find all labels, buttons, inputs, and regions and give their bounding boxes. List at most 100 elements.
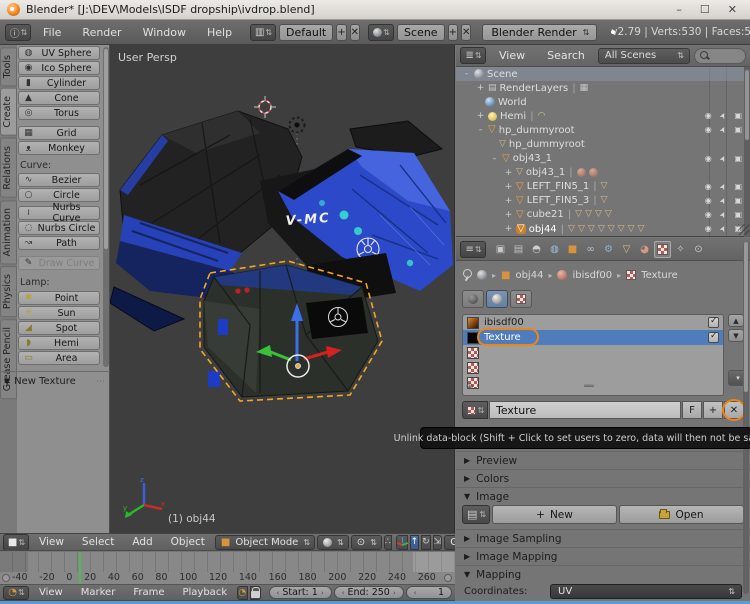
tab-object[interactable] — [564, 241, 581, 258]
new-texture-panel-header[interactable]: ▼ New Texture ⋯ — [4, 376, 106, 387]
timeline-ruler[interactable]: -40 -20 0 20 40 60 80 100 120 140 160 18… — [0, 552, 455, 585]
add-point-lamp-button[interactable]: Point — [18, 291, 100, 305]
area-resize-grip[interactable] — [738, 224, 749, 235]
add-slot-icon[interactable]: ⊕ — [466, 382, 474, 392]
screen-layout-icon-button[interactable]: ▥⇅ — [250, 24, 276, 41]
tab-world[interactable] — [546, 241, 563, 258]
add-circle-button[interactable]: Circle — [18, 188, 100, 202]
panel-image[interactable]: ▼Image⋯ — [456, 487, 750, 505]
add-nurbs-circle-button[interactable]: Nurbs Circle — [18, 221, 100, 235]
tab-relations[interactable]: Relations — [0, 138, 17, 198]
viewport-3d[interactable]: User Persp — [110, 45, 455, 533]
menu-search[interactable]: Search — [538, 47, 594, 64]
outliner-row-renderlayers[interactable]: + ▤ RenderLayers | ▦ — [456, 81, 750, 95]
texture-browse-button[interactable]: ⇅ — [462, 401, 488, 419]
expand-toggle[interactable]: + — [504, 196, 513, 206]
add-uv-sphere-button[interactable]: UV Sphere — [18, 46, 100, 60]
remove-layout-button[interactable]: ✕ — [350, 24, 360, 41]
menu-playback[interactable]: Playback — [174, 587, 235, 598]
outliner-row-obj43-1-data[interactable]: + ▽ obj43_1 | — [456, 166, 750, 180]
visibility-eye-icon[interactable]: ◉ — [705, 211, 712, 219]
renderable-camera-icon[interactable]: ▣ — [734, 112, 742, 120]
visibility-eye-icon[interactable]: ◉ — [705, 112, 712, 120]
menu-window[interactable]: Window — [134, 24, 195, 41]
mode-dropdown[interactable]: Object Mode⇅ — [215, 535, 315, 550]
outliner-row-cube21[interactable]: + ▽ cube21 | ▽▽▽▽ ◉➤▣ — [456, 208, 750, 222]
editor-type-selector[interactable]: ≡⇅ — [460, 241, 486, 258]
close-button[interactable]: ✕ — [728, 3, 737, 16]
menu-view[interactable]: View — [31, 587, 71, 598]
add-path-button[interactable]: Path — [18, 236, 100, 250]
tool-shelf-scrollbar[interactable] — [103, 47, 109, 367]
expand-toggle[interactable]: + — [476, 111, 485, 121]
panel-colors[interactable]: ▶Colors⋯ — [456, 469, 750, 487]
expand-toggle[interactable]: - — [490, 154, 499, 164]
manipulator-scale-button[interactable]: ⇲ — [433, 535, 443, 550]
tab-tools[interactable]: Tools — [0, 47, 17, 86]
outliner-row-obj43-1[interactable]: - ▽ obj43_1 ◉➤▣ — [456, 152, 750, 166]
texture-slot-row-selected[interactable]: Texture — [463, 330, 723, 345]
image-open-button[interactable]: Open — [619, 505, 744, 524]
renderable-camera-icon[interactable]: ▣ — [734, 183, 742, 191]
selectable-pointer-icon[interactable]: ➤ — [718, 224, 728, 233]
tab-grease-pencil[interactable]: Grease Pencil — [0, 319, 17, 399]
tab-render-layers[interactable] — [510, 241, 527, 258]
visibility-eye-icon[interactable]: ◉ — [705, 126, 712, 134]
scroller-handle-left[interactable] — [2, 574, 10, 582]
sync-playback-button[interactable]: ◔ — [237, 586, 247, 600]
expand-toggle[interactable]: - — [476, 125, 485, 135]
outliner-row-obj44[interactable]: + ▽ obj44 | ▽▽▽▽▽▽▽▽ ◉➤▣ — [456, 222, 750, 236]
tab-object-data[interactable] — [618, 241, 635, 258]
current-frame-field[interactable]: ‹1 — [406, 586, 452, 599]
outliner-search-input[interactable] — [694, 48, 746, 64]
menu-add[interactable]: Add — [124, 536, 160, 548]
scroller-handle-right[interactable] — [444, 574, 452, 582]
fake-user-button[interactable]: F — [682, 401, 702, 419]
texture-context-material-button[interactable] — [486, 290, 508, 308]
manipulator-axes-button[interactable] — [396, 535, 408, 550]
selectable-pointer-icon[interactable]: ➤ — [718, 210, 728, 219]
panel-grip[interactable]: ⋯ — [96, 377, 106, 387]
tab-particles[interactable] — [672, 241, 689, 258]
add-cylinder-button[interactable]: Cylinder — [18, 76, 100, 90]
tab-render[interactable] — [492, 241, 509, 258]
menu-frame[interactable]: Frame — [125, 587, 172, 598]
properties-scrollbar[interactable] — [743, 242, 749, 594]
move-slot-up-button[interactable]: ▲ — [728, 314, 744, 327]
scene-name-field[interactable]: Scene — [397, 24, 445, 41]
add-scene-button[interactable]: + — [448, 24, 458, 41]
visibility-eye-icon[interactable]: ◉ — [705, 183, 712, 191]
texture-slot-empty[interactable] — [463, 345, 723, 360]
outliner-row-left-fin5-3[interactable]: + ▽ LEFT_FIN5_3 | ▽ ◉➤▣ — [456, 194, 750, 208]
breadcrumb-material[interactable]: ibisdf00 — [572, 270, 612, 281]
start-frame-field[interactable]: ‹Start:1› — [269, 586, 332, 599]
menu-view[interactable]: View — [490, 47, 534, 64]
editor-type-selector[interactable]: ■⇅ — [3, 534, 29, 551]
image-browse-button[interactable]: ⇅ — [462, 505, 490, 524]
panel-mapping[interactable]: ▼Mapping⋯ — [456, 565, 750, 583]
selectable-pointer-icon[interactable]: ➤ — [718, 196, 728, 205]
selectable-pointer-icon[interactable]: ➤ — [718, 126, 728, 135]
maximize-button[interactable]: ☐ — [700, 3, 710, 16]
image-new-button[interactable]: +New — [492, 505, 617, 524]
move-slot-down-button[interactable]: ▼ — [728, 329, 744, 342]
outliner-row-hemi[interactable]: + Hemi | ◠ ◉➤▣ — [456, 109, 750, 123]
editor-type-selector[interactable]: ◔⇅ — [3, 586, 29, 600]
panel-image-sampling[interactable]: ▶Image Sampling⋯ — [456, 529, 750, 547]
outliner-row-scene[interactable]: - Scene — [456, 67, 750, 81]
display-mode-dropdown[interactable]: All Scenes⇅ — [598, 48, 690, 64]
minimize-button[interactable]: – — [676, 3, 682, 16]
menu-object[interactable]: Object — [163, 536, 213, 548]
tab-physics[interactable]: Physics — [0, 266, 17, 317]
menu-select[interactable]: Select — [74, 536, 122, 548]
renderable-camera-icon[interactable]: ▣ — [734, 155, 742, 163]
expand-toggle[interactable]: + — [504, 182, 513, 192]
add-monkey-button[interactable]: Monkey — [18, 141, 100, 155]
shading-dropdown[interactable]: ⇅ — [317, 535, 349, 550]
texture-slot-empty[interactable] — [463, 375, 723, 390]
outliner-row-hp-dummyroot-data[interactable]: ▽ hp_dummyroot — [456, 137, 750, 151]
panel-preview[interactable]: ▶Preview⋯ — [456, 451, 750, 469]
menu-view[interactable]: View — [31, 536, 72, 548]
tab-scene[interactable] — [528, 241, 545, 258]
breadcrumb-texture[interactable]: Texture — [641, 270, 678, 281]
